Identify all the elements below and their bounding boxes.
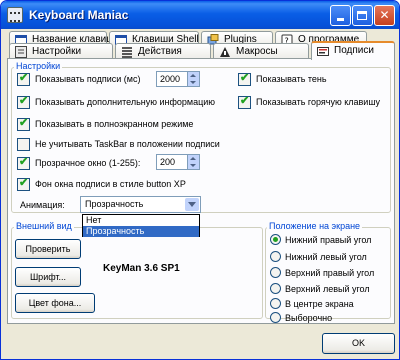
checkbox-checked[interactable] xyxy=(17,177,30,191)
check-button[interactable]: Проверить xyxy=(15,239,81,259)
animation-dropdown-list: Нет Прозрачность xyxy=(82,214,200,237)
spinner-value: 200 xyxy=(160,157,176,167)
chevron-down-icon[interactable] xyxy=(185,198,199,211)
checkbox-checked[interactable] xyxy=(238,72,251,86)
checkbox-label: Показывать в полноэкранном режиме xyxy=(35,119,194,129)
radio-unselected[interactable] xyxy=(270,283,281,294)
radio-selected[interactable] xyxy=(270,234,281,245)
checkbox-checked[interactable] xyxy=(17,156,30,170)
macro-icon xyxy=(220,47,230,57)
font-button[interactable]: Шрифт... xyxy=(15,267,81,287)
spin-up-icon[interactable] xyxy=(190,157,196,160)
checkbox-label: Фон окна подписи в стиле button XP xyxy=(35,179,186,189)
checkbox-checked[interactable] xyxy=(238,95,251,109)
radio-label: Выборочно xyxy=(285,313,333,323)
spinner-arrows[interactable] xyxy=(187,155,199,169)
maximize-icon xyxy=(357,11,367,20)
close-button[interactable]: ✕ xyxy=(374,5,395,26)
checkbox-label: Показывать подписи (мс) xyxy=(35,74,141,84)
position-group-label: Положение на экране xyxy=(267,221,363,231)
caption-icon xyxy=(317,47,329,56)
tab-label: Действия xyxy=(138,46,182,57)
checkbox-label: Показывать горячую клавишу xyxy=(256,97,381,107)
select-value: Прозрачность xyxy=(85,199,144,209)
settings-icon xyxy=(15,46,27,58)
spin-up-icon[interactable] xyxy=(190,74,196,77)
checkbox-checked[interactable] xyxy=(17,95,30,109)
checkbox-checked[interactable] xyxy=(17,117,30,131)
dropdown-option[interactable]: Нет xyxy=(83,215,199,226)
checkbox-label: Показывать тень xyxy=(256,74,327,84)
settings-group-label: Настройки xyxy=(14,61,63,71)
spin-down-icon[interactable] xyxy=(190,164,196,167)
maximize-button[interactable] xyxy=(352,5,373,26)
window-title: Keyboard Maniac xyxy=(29,8,129,22)
tab-label: Настройки xyxy=(32,46,82,57)
checkbox-label: Не учитывать TaskBar в положении подписи xyxy=(35,139,220,149)
animation-label: Анимация: xyxy=(20,200,65,210)
spinner-arrows[interactable] xyxy=(187,72,199,86)
caption-preview: KeyMan 3.6 SP1 xyxy=(103,263,180,274)
checkbox-unchecked[interactable] xyxy=(17,138,30,151)
title-bar[interactable]: Keyboard Maniac ✕ xyxy=(1,1,399,29)
animation-select[interactable]: Прозрачность xyxy=(80,196,201,213)
checkbox-label: Показывать дополнительную информацию xyxy=(35,97,216,107)
spinner-value: 2000 xyxy=(160,74,181,84)
checkbox-checked[interactable] xyxy=(17,72,30,86)
caption-ms-spinner[interactable]: 2000 xyxy=(156,71,200,87)
app-window: Keyboard Maniac ✕ Название клавиш Клавиш… xyxy=(0,0,400,360)
radio-label: Верхний левый угол xyxy=(285,284,370,294)
radio-unselected[interactable] xyxy=(270,298,281,309)
radio-unselected[interactable] xyxy=(270,251,281,262)
dropdown-option-selected[interactable]: Прозрачность xyxy=(83,226,199,237)
tab-captions[interactable]: Подписи xyxy=(311,41,395,60)
radio-label: Нижний левый угол xyxy=(285,252,367,262)
minimize-button[interactable] xyxy=(330,5,351,26)
keyboard-icon xyxy=(7,7,23,23)
appearance-group-label: Внешний вид xyxy=(14,221,74,231)
tab-label: Подписи xyxy=(334,45,374,56)
list-icon xyxy=(122,47,132,58)
radio-label: Нижний правый угол xyxy=(285,235,372,245)
checkbox-label: Прозрачное окно (1-255): xyxy=(35,158,141,168)
spin-down-icon[interactable] xyxy=(190,81,196,84)
transparency-spinner[interactable]: 200 xyxy=(156,154,200,170)
radio-label: В центре экрана xyxy=(285,299,354,309)
minimize-icon xyxy=(337,18,344,21)
ok-button[interactable]: OK xyxy=(322,333,395,354)
radio-unselected[interactable] xyxy=(270,267,281,278)
close-icon: ✕ xyxy=(379,8,390,22)
background-color-button[interactable]: Цвет фона... xyxy=(15,293,95,313)
radio-label: Верхний правый угол xyxy=(285,268,375,278)
tab-label: Макросы xyxy=(236,46,278,57)
radio-unselected[interactable] xyxy=(270,312,281,323)
